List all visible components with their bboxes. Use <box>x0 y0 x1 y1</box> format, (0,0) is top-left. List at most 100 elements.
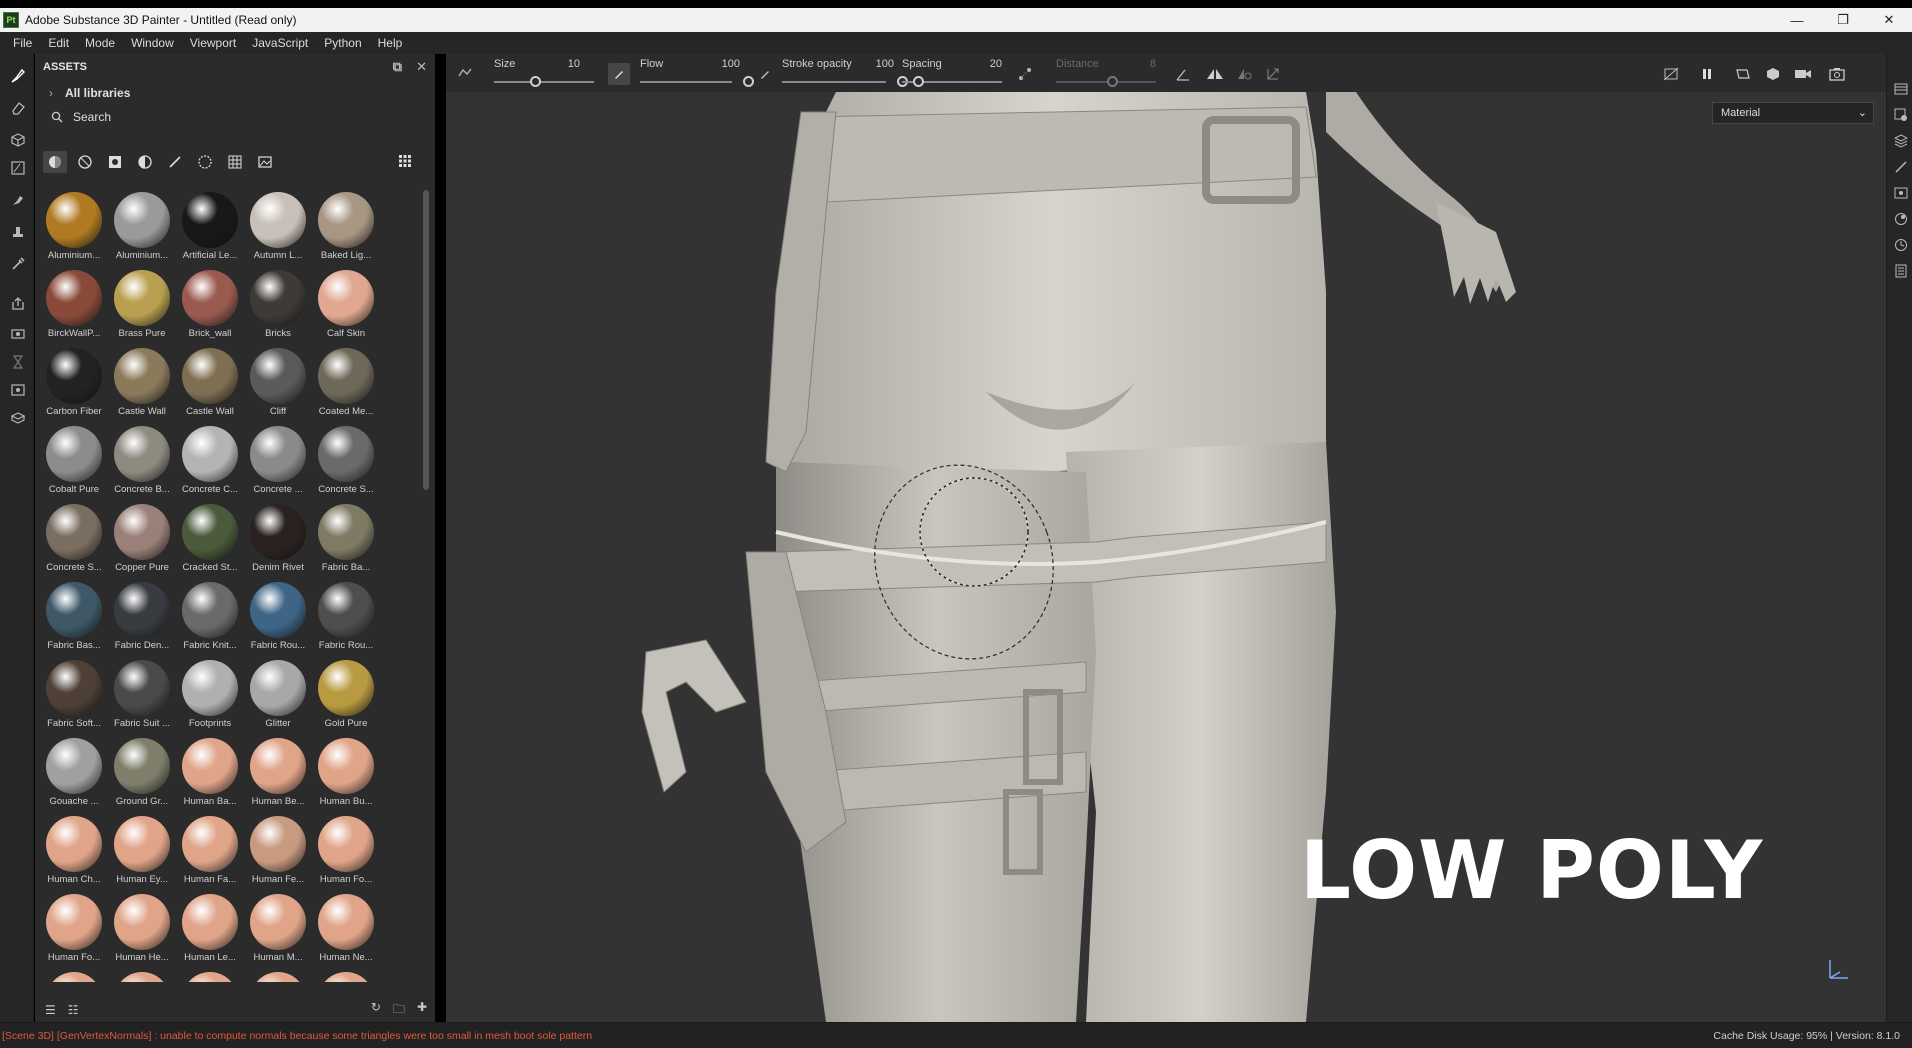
material-thumbnail[interactable]: Human Ch... <box>41 812 107 886</box>
material-thumbnail[interactable]: Bricks <box>245 266 311 340</box>
material-thumbnail[interactable]: Fabric Soft... <box>41 656 107 730</box>
export-icon[interactable] <box>6 292 30 316</box>
material-thumbnail[interactable]: Concrete B... <box>109 422 175 496</box>
material-thumbnail[interactable]: Human Be... <box>245 734 311 808</box>
material-thumbnail[interactable] <box>177 968 243 982</box>
material-thumbnail[interactable]: Human Fo... <box>41 890 107 964</box>
filter-environments-icon[interactable] <box>253 151 277 173</box>
size-knob[interactable] <box>530 76 541 87</box>
material-thumbnail[interactable] <box>109 968 175 982</box>
scrollbar-thumb[interactable] <box>423 190 429 490</box>
display-settings-icon[interactable] <box>6 378 30 402</box>
flow-pen-pressure-icon[interactable] <box>754 63 776 85</box>
properties-brush-icon[interactable] <box>1892 158 1910 176</box>
material-thumbnail[interactable]: Castle Wall <box>177 344 243 418</box>
menu-edit[interactable]: Edit <box>40 36 77 50</box>
close-icon[interactable]: ✕ <box>1866 8 1912 32</box>
material-thumbnail[interactable]: Fabric Rou... <box>245 578 311 652</box>
filter-brushes-icon[interactable] <box>163 151 187 173</box>
material-thumbnail[interactable]: Coated Me... <box>313 344 379 418</box>
3d-view-icon[interactable] <box>1762 63 1784 85</box>
material-thumbnail[interactable]: Aluminium... <box>109 188 175 262</box>
material-thumbnail[interactable]: Cobalt Pure <box>41 422 107 496</box>
material-thumbnail[interactable]: Fabric Bas... <box>41 578 107 652</box>
material-thumbnail[interactable]: Fabric Ba... <box>313 500 379 574</box>
menu-help[interactable]: Help <box>370 36 411 50</box>
smudge-icon[interactable] <box>6 188 30 212</box>
material-thumbnail[interactable]: Human Fo... <box>313 812 379 886</box>
material-thumbnail[interactable]: Ground Gr... <box>109 734 175 808</box>
filter-materials-icon[interactable] <box>43 151 67 173</box>
projection-icon[interactable] <box>6 128 30 152</box>
eraser-icon[interactable] <box>6 96 30 120</box>
viewport-mode-dropdown[interactable]: Material ⌄ <box>1712 102 1874 124</box>
menu-viewport[interactable]: Viewport <box>182 36 244 50</box>
menu-window[interactable]: Window <box>123 36 182 50</box>
3d-viewport[interactable]: Material ⌄ LOW POLY <box>446 92 1886 1022</box>
add-icon[interactable]: ✚ <box>417 1000 427 1021</box>
size-slider[interactable]: Size 10 <box>494 54 594 92</box>
material-thumbnail[interactable]: Human Ne... <box>313 890 379 964</box>
material-thumbnail[interactable]: Baked Lig... <box>313 188 379 262</box>
material-thumbnail[interactable]: Concrete S... <box>313 422 379 496</box>
refresh-icon[interactable]: ↻ <box>371 1000 381 1021</box>
menu-javascript[interactable]: JavaScript <box>244 36 316 50</box>
grid-view-icon[interactable] <box>393 150 417 172</box>
material-thumbnail[interactable]: Fabric Knit... <box>177 578 243 652</box>
material-thumbnail[interactable]: Human Ba... <box>177 734 243 808</box>
new-folder-icon[interactable]: 🗀 <box>393 1000 405 1021</box>
undock-icon[interactable]: ⧉ <box>393 59 402 75</box>
material-thumbnail[interactable] <box>41 968 107 982</box>
clone-stamp-icon[interactable] <box>6 220 30 244</box>
all-libraries-row[interactable]: › All libraries <box>35 80 435 106</box>
menu-file[interactable]: File <box>5 36 40 50</box>
material-thumbnail[interactable]: Concrete C... <box>177 422 243 496</box>
material-thumbnail[interactable]: Copper Pure <box>109 500 175 574</box>
display-settings-panel-icon[interactable] <box>1892 184 1910 202</box>
camera-video-icon[interactable] <box>1792 63 1814 85</box>
material-thumbnail[interactable]: Concrete S... <box>41 500 107 574</box>
lazy-mouse-icon[interactable] <box>454 63 476 85</box>
flow-knob[interactable] <box>743 76 754 87</box>
material-thumbnail[interactable]: Castle Wall <box>109 344 175 418</box>
texture-set-list-icon[interactable] <box>1892 80 1910 98</box>
close-panel-icon[interactable]: ✕ <box>416 59 427 75</box>
filter-smart-materials-icon[interactable] <box>73 151 97 173</box>
spacing-knob[interactable] <box>913 76 924 87</box>
material-thumbnail[interactable]: Artificial Le... <box>177 188 243 262</box>
material-thumbnail[interactable]: Glitter <box>245 656 311 730</box>
filter-alphas-icon[interactable] <box>193 151 217 173</box>
material-thumbnail[interactable]: Calf Skin <box>313 266 379 340</box>
layers-icon[interactable] <box>1892 132 1910 150</box>
material-thumbnail[interactable]: Gold Pure <box>313 656 379 730</box>
history-icon[interactable] <box>1892 236 1910 254</box>
material-thumbnail[interactable]: Fabric Den... <box>109 578 175 652</box>
material-thumbnail[interactable]: BirckWallP... <box>41 266 107 340</box>
hourglass-icon[interactable] <box>6 350 30 374</box>
texture-set-settings-icon[interactable] <box>1892 106 1910 124</box>
material-thumbnail[interactable]: Fabric Rou... <box>313 578 379 652</box>
paint-brush-icon[interactable] <box>6 64 30 88</box>
assets-scrollbar[interactable] <box>423 190 429 976</box>
hide-ui-icon[interactable] <box>1660 63 1682 85</box>
distance-knob[interactable] <box>1107 76 1118 87</box>
symmetry-icon[interactable] <box>1204 63 1226 85</box>
filter-textures-icon[interactable] <box>223 151 247 173</box>
search-input[interactable]: Search <box>35 106 435 128</box>
bake-icon[interactable] <box>6 322 30 346</box>
filter-filters-icon[interactable] <box>133 151 157 173</box>
material-thumbnail[interactable]: Human M... <box>245 890 311 964</box>
material-thumbnail[interactable]: Human Fe... <box>245 812 311 886</box>
transform-icon[interactable] <box>1262 63 1284 85</box>
material-thumbnail[interactable]: Brass Pure <box>109 266 175 340</box>
mesh-icon[interactable] <box>6 406 30 430</box>
material-thumbnail[interactable] <box>245 968 311 982</box>
material-thumbnail[interactable]: Autumn L... <box>245 188 311 262</box>
material-thumbnail[interactable]: Human He... <box>109 890 175 964</box>
restore-icon[interactable]: ❐ <box>1820 8 1866 32</box>
pause-icon[interactable] <box>1696 63 1718 85</box>
symmetry-settings-icon[interactable] <box>1234 63 1256 85</box>
material-thumbnail[interactable] <box>313 968 379 982</box>
material-thumbnail[interactable]: Human Bu... <box>313 734 379 808</box>
material-thumbnail[interactable]: Denim Rivet <box>245 500 311 574</box>
